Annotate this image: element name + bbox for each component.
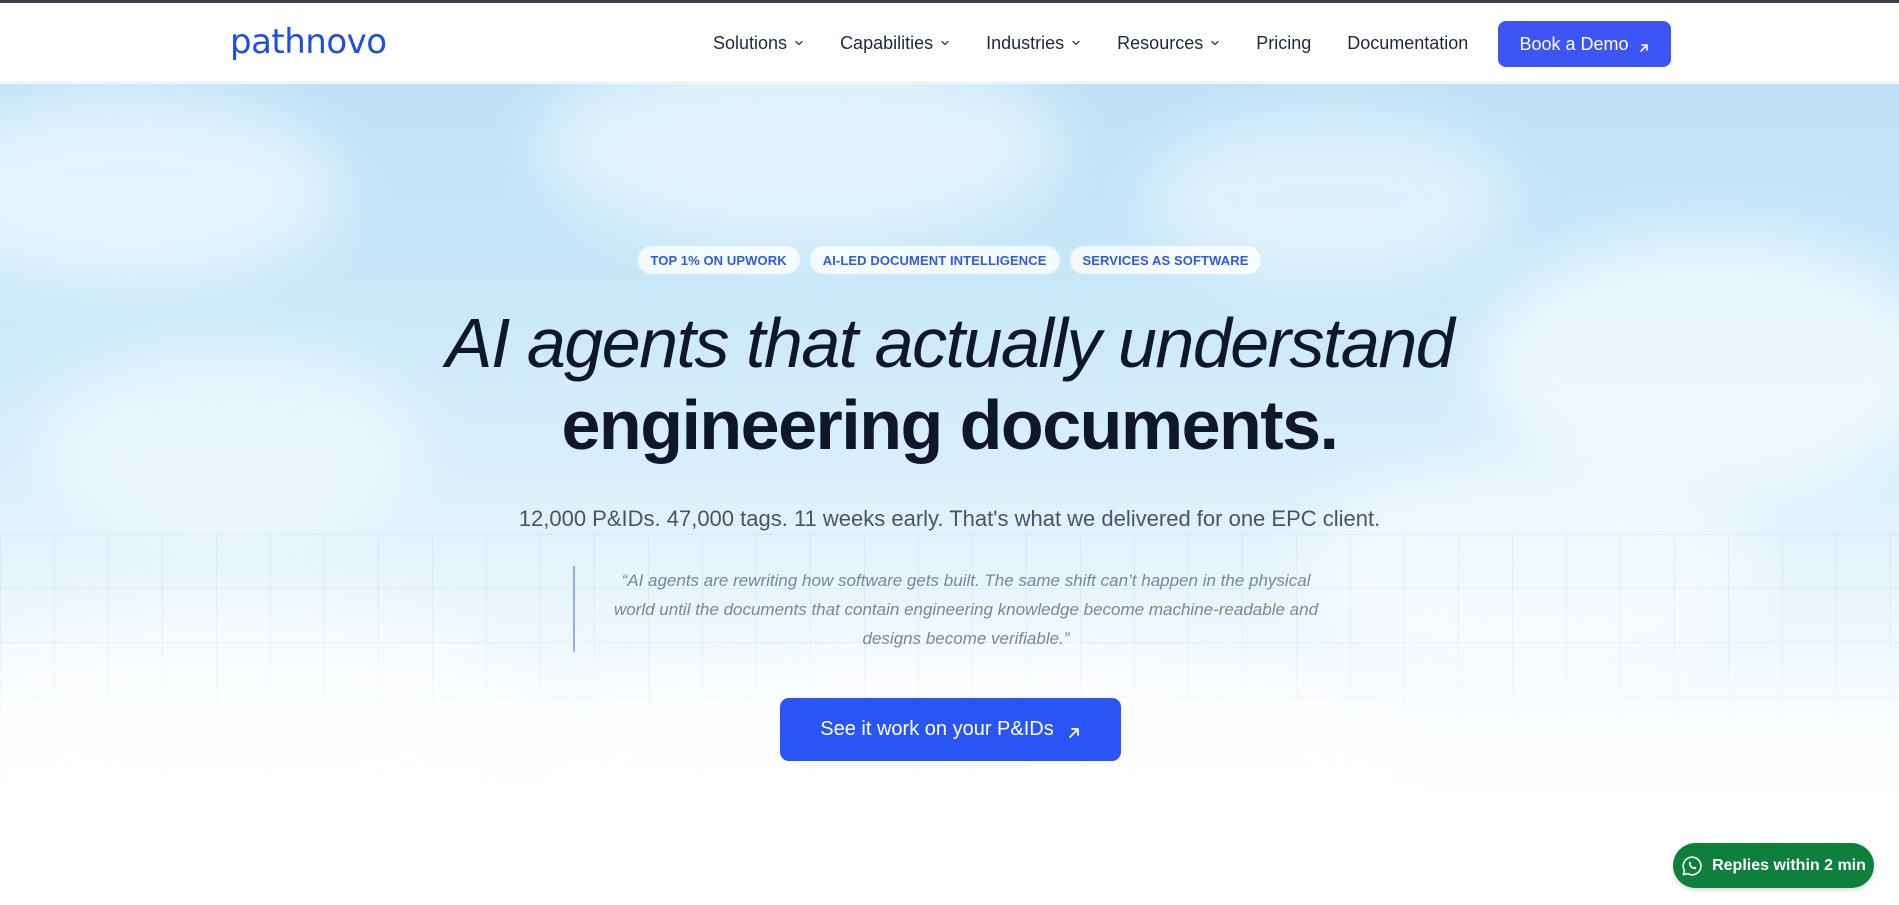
cta-label: See it work on your P&IDs <box>820 718 1054 740</box>
chevron-down-icon <box>1210 38 1220 48</box>
headline-line-1: AI agents that actually understand <box>445 304 1455 382</box>
arrow-up-right-icon <box>1638 38 1650 52</box>
navbar: pathnovo Solutions Capabilities Industri… <box>0 3 1899 83</box>
chevron-down-icon <box>940 38 950 48</box>
nav-item-capabilities[interactable]: Capabilities <box>840 33 950 54</box>
nav-item-pricing[interactable]: Pricing <box>1256 33 1311 54</box>
badge: SERVICES AS SOFTWARE <box>1069 246 1262 274</box>
chevron-down-icon <box>794 38 804 48</box>
arrow-up-right-icon <box>1067 723 1081 738</box>
nav-item-resources[interactable]: Resources <box>1117 33 1220 54</box>
book-demo-label: Book a Demo <box>1519 33 1629 54</box>
hero-headline: AI agents that actually understand engin… <box>0 302 1899 466</box>
quote-text: “AI agents are rewriting how software ge… <box>613 571 1319 648</box>
nav-item-label: Documentation <box>1347 32 1469 53</box>
nav-item-label: Capabilities <box>840 32 934 53</box>
book-demo-button[interactable]: Book a Demo <box>1498 21 1671 67</box>
badge-row: TOP 1% ON UPWORK AI-LED DOCUMENT INTELLI… <box>0 246 1899 274</box>
hero-fade <box>0 644 1899 905</box>
nav-item-label: Pricing <box>1256 32 1312 53</box>
nav-links: Solutions Capabilities Industries Resour… <box>713 3 1504 83</box>
cloud-decoration <box>540 84 1060 244</box>
logo[interactable]: pathnovo <box>230 17 387 67</box>
logo-text: pathnovo <box>230 22 387 62</box>
nav-item-solutions[interactable]: Solutions <box>713 33 804 54</box>
nav-item-documentation[interactable]: Documentation <box>1347 33 1468 54</box>
whatsapp-icon <box>1681 855 1703 877</box>
hero-subtitle: 12,000 P&IDs. 47,000 tags. 11 weeks earl… <box>518 506 1381 531</box>
nav-item-label: Resources <box>1117 32 1204 53</box>
badge: AI-LED DOCUMENT INTELLIGENCE <box>809 246 1060 274</box>
nav-item-label: Industries <box>986 32 1065 53</box>
whatsapp-label: Replies within 2 min <box>1712 856 1866 874</box>
headline-line-2: engineering documents. <box>561 386 1340 464</box>
chevron-down-icon <box>1071 38 1081 48</box>
whatsapp-chat-button[interactable]: Replies within 2 min <box>1673 843 1874 888</box>
badge: TOP 1% ON UPWORK <box>637 246 800 274</box>
nav-item-industries[interactable]: Industries <box>986 33 1081 54</box>
hero-quote: “AI agents are rewriting how software ge… <box>573 566 1325 652</box>
see-it-work-button[interactable]: See it work on your P&IDs <box>780 698 1121 761</box>
nav-item-label: Solutions <box>713 32 788 53</box>
hero-section <box>0 84 1899 905</box>
